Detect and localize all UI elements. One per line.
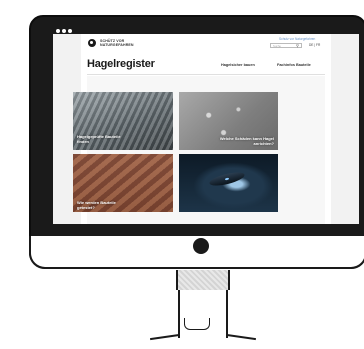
tile-label: Wie werden Bauteile getestet?	[77, 200, 116, 210]
window-maximize-icon[interactable]	[68, 29, 72, 33]
monitor-stand-cutout	[184, 318, 210, 330]
monitor-screen: SCHÜTZ VOR NATURGEFAHREN Schutz vor Natu…	[53, 28, 359, 224]
monitor-stand-joint	[176, 270, 230, 290]
monitor-foot-right	[226, 333, 256, 341]
tile-label: Hagelgeprüfte Bauteile finden	[77, 134, 121, 144]
page-title: Hagelregister	[87, 58, 155, 70]
nav-item-fachinfos-bauteile[interactable]: Fachinfos Bauteile	[277, 63, 311, 67]
window-minimize-icon[interactable]	[62, 29, 66, 33]
tile-label: Welche Schäden kann Hagel anrichten?	[219, 136, 274, 146]
window-close-icon[interactable]	[56, 29, 60, 33]
monitor-stand	[178, 290, 228, 338]
nav-item-hagelsicher-bauen[interactable]: Hagelsicher bauen	[221, 63, 255, 67]
monitor-foot-left	[150, 333, 180, 341]
tile-how-tested[interactable]: Wie werden Bauteile getestet?	[73, 154, 173, 212]
top-link[interactable]: Schutz vor Naturgefahren	[279, 37, 315, 41]
search-icon[interactable]: ⚲	[296, 43, 299, 48]
logo-text-line2: NATURGEFAHREN	[100, 43, 134, 47]
tile-hail-damage[interactable]: Welche Schäden kann Hagel anrichten?	[179, 92, 278, 150]
header-divider	[87, 74, 325, 75]
tile-find-tested-parts[interactable]: Hagelgeprüfte Bauteile finden	[73, 92, 173, 150]
language-switcher[interactable]: DE | FR	[309, 43, 320, 48]
power-button-icon	[193, 238, 209, 254]
logo-icon[interactable]	[88, 39, 96, 47]
